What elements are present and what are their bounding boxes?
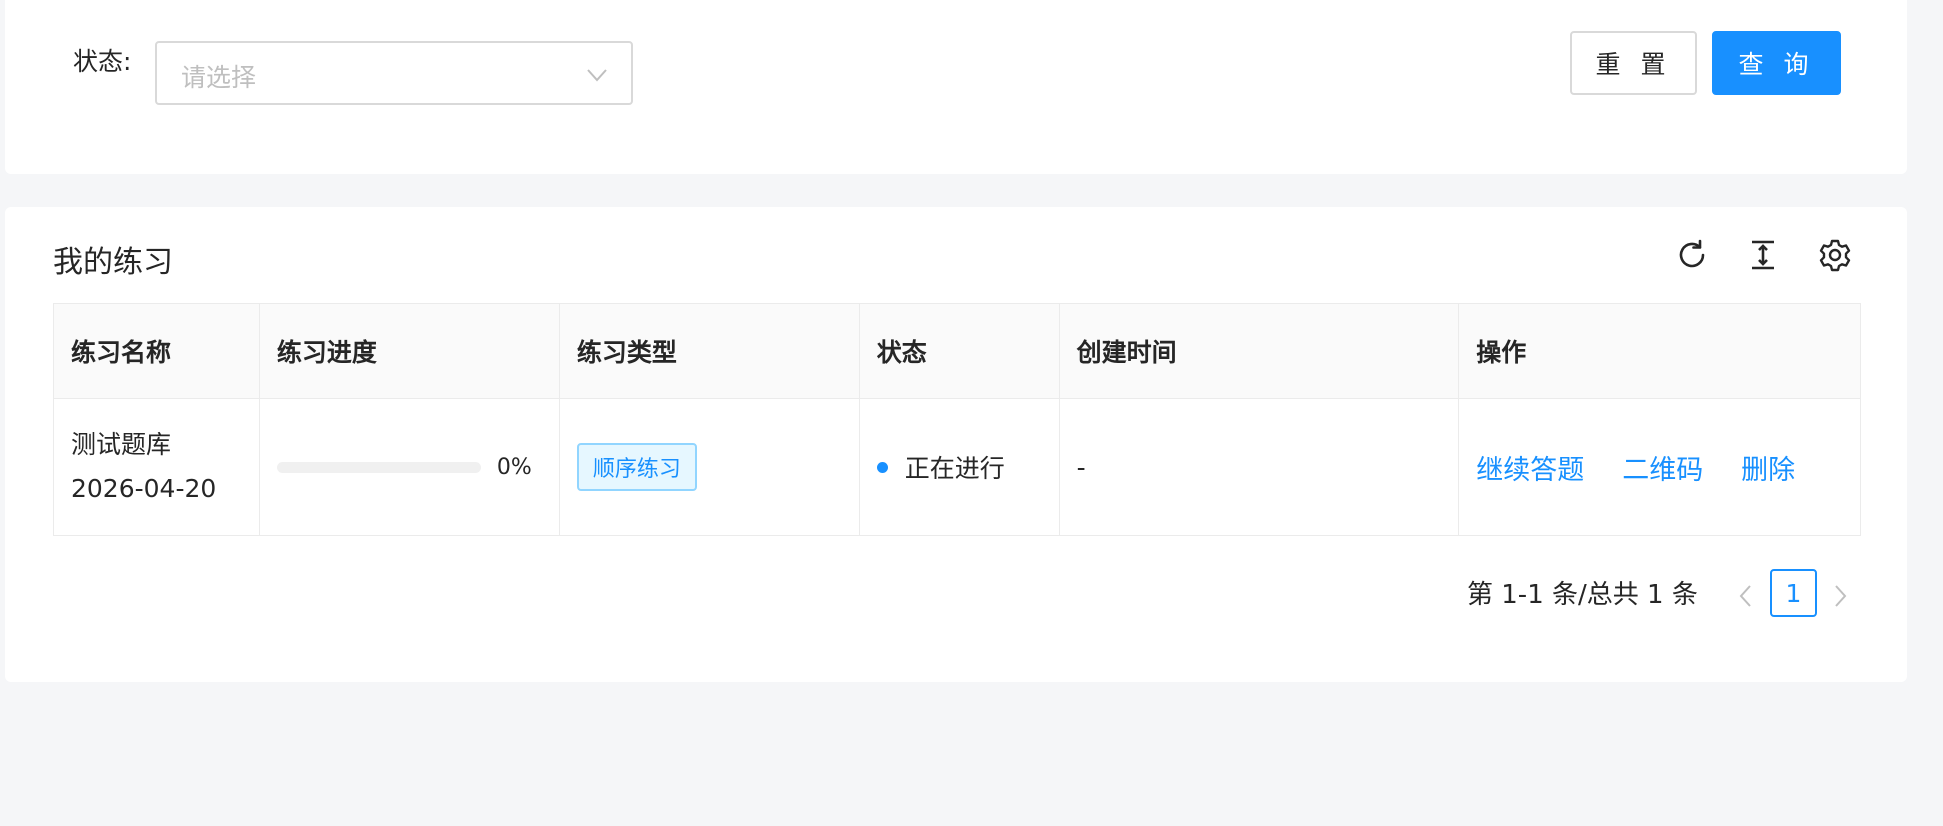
pagination-total: 第 1-1 条/总共 1 条	[1467, 580, 1698, 610]
qrcode-link[interactable]: 二维码	[1622, 455, 1703, 486]
chevron-right-icon[interactable]	[1826, 582, 1854, 610]
query-button[interactable]: 查 询	[1712, 31, 1841, 95]
status-text: 正在进行	[904, 454, 1005, 483]
refresh-icon[interactable]	[1674, 237, 1710, 273]
practice-table: 练习名称 练习进度 练习类型 状态 创建时间 操作 测试题库 2026-04-2…	[53, 303, 1861, 536]
status-cell: 正在进行	[858, 398, 1060, 536]
progress-bar	[276, 461, 481, 473]
pagination-page-1[interactable]: 1	[1770, 569, 1817, 617]
reset-button[interactable]: 重 置	[1570, 31, 1697, 95]
created-cell: -	[1058, 398, 1460, 536]
table-row: 测试题库 2026-04-20 0% 顺序练习 正在进行 - 继续答题 二维码 …	[53, 398, 1861, 536]
practice-table-card: 我的练习 练习名称 练习进度 练习类型 状态 创建时间 操作 测试题库 2026…	[5, 207, 1907, 682]
header-progress[interactable]: 练习进度	[258, 303, 560, 399]
header-actions: 操作	[1458, 303, 1861, 399]
practice-name-date: 2026-04-20	[71, 474, 217, 503]
continue-answer-link[interactable]: 继续答题	[1476, 455, 1584, 486]
density-icon[interactable]	[1745, 237, 1781, 273]
chevron-left-icon[interactable]	[1732, 582, 1760, 610]
actions-cell: 继续答题 二维码 删除	[1458, 398, 1861, 536]
chevron-down-icon	[585, 63, 609, 87]
settings-icon[interactable]	[1817, 237, 1853, 273]
section-title: 我的练习	[53, 245, 173, 280]
practice-name-cell: 测试题库 2026-04-20	[53, 398, 260, 536]
progress-text: 0%	[496, 454, 532, 480]
header-created[interactable]: 创建时间	[1058, 303, 1460, 399]
header-type[interactable]: 练习类型	[558, 303, 860, 399]
type-tag: 顺序练习	[576, 443, 697, 491]
status-filter-label: 状态:	[73, 47, 132, 76]
status-dot-icon	[876, 461, 888, 473]
delete-link[interactable]: 删除	[1741, 455, 1795, 486]
progress-cell: 0%	[258, 398, 560, 536]
status-select-placeholder: 请选择	[181, 63, 257, 92]
status-select[interactable]: 请选择	[155, 41, 633, 105]
header-name[interactable]: 练习名称	[53, 303, 260, 399]
filter-card: 状态: 请选择 重 置 查 询	[5, 0, 1907, 174]
header-status[interactable]: 状态	[858, 303, 1060, 399]
type-cell: 顺序练习	[558, 398, 860, 536]
practice-name: 测试题库	[71, 430, 172, 459]
table-header-row: 练习名称 练习进度 练习类型 状态 创建时间 操作	[53, 303, 1861, 399]
